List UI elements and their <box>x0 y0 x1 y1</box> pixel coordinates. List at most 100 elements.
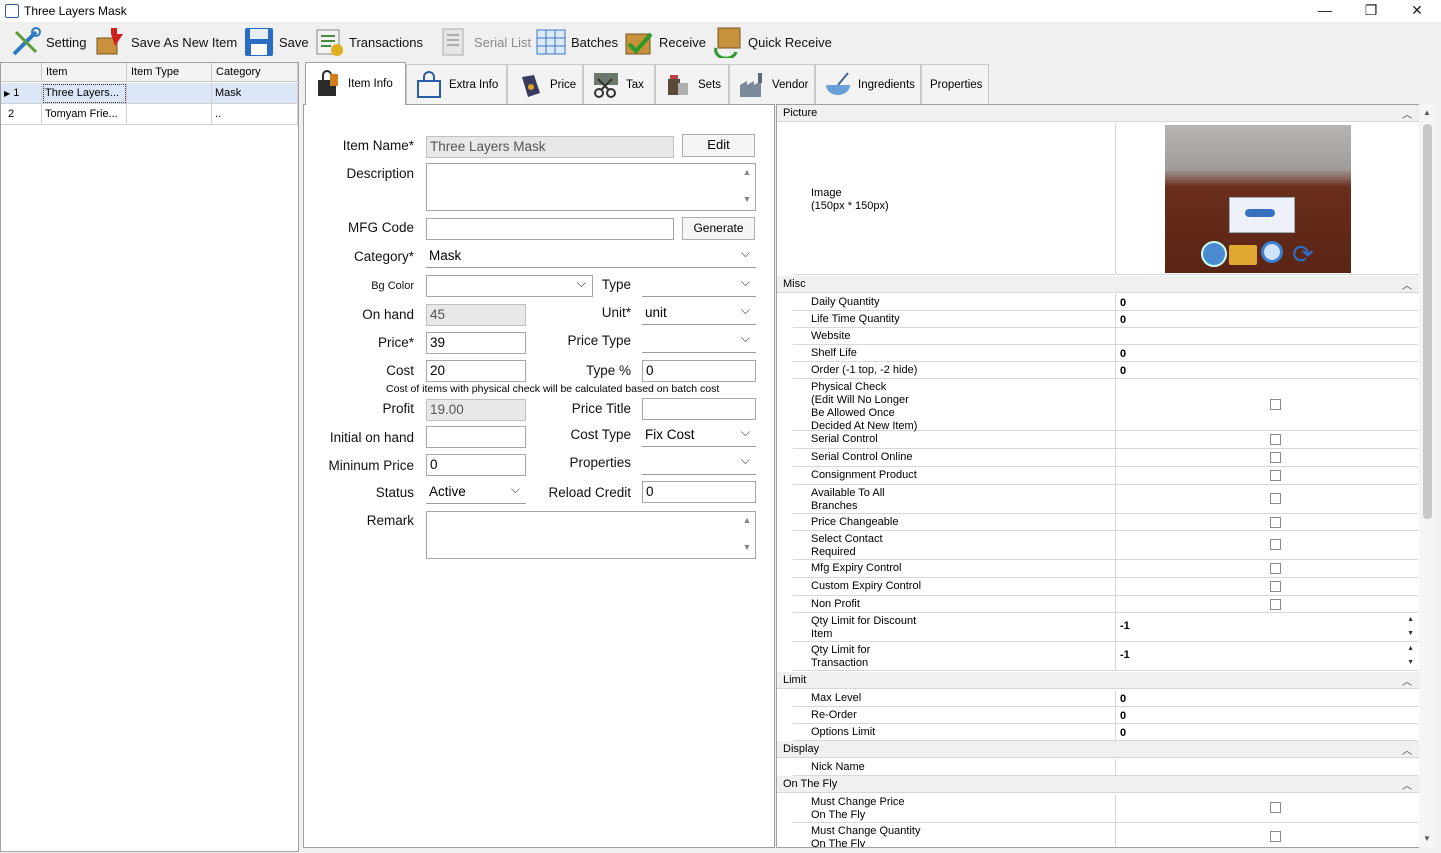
grid-header-item[interactable]: Item <box>42 63 127 82</box>
property-price-changeable[interactable]: Price Changeable <box>793 514 1418 531</box>
grid-header-category[interactable]: Category <box>212 63 298 82</box>
table-cell-item[interactable]: Three Layers... <box>42 83 127 104</box>
tab-ingredients[interactable]: Ingredients <box>815 64 921 104</box>
table-cell-category[interactable]: .. <box>212 104 298 125</box>
property-daily-quantity[interactable]: Daily Quantity 0 <box>793 294 1418 311</box>
table-row-number[interactable]: 2 <box>1 104 42 125</box>
mfg-expiry-checkbox[interactable] <box>1270 563 1281 574</box>
spin-up-icon[interactable]: ▲ <box>1407 645 1414 653</box>
spin-up-icon[interactable]: ▲ <box>1407 616 1414 624</box>
tab-properties[interactable]: Properties <box>921 64 989 104</box>
table-cell-item-type[interactable] <box>127 83 212 104</box>
refresh-icon[interactable]: ⟳ <box>1289 241 1317 267</box>
spin-down-icon[interactable]: ▼ <box>1407 630 1414 638</box>
category-select[interactable]: Mask <box>426 246 756 268</box>
bg-color-select[interactable] <box>426 275 593 297</box>
category-picture[interactable]: Picture ︿ <box>777 105 1420 122</box>
price-type-select[interactable] <box>642 331 756 353</box>
profit-field[interactable]: 19.00 <box>426 399 526 421</box>
minimize-icon[interactable]: — <box>1302 0 1348 22</box>
table-cell-item[interactable]: Tomyam Frie... <box>42 104 127 125</box>
quick-receive-button[interactable]: Quick Receive <box>712 24 832 60</box>
tab-extra-info[interactable]: Extra Info <box>406 64 507 104</box>
description-scrollbar[interactable]: ▲ ▼ <box>739 164 755 210</box>
property-qty-limit-transaction[interactable]: Qty Limit for Transaction -1 ▲ ▼ <box>793 642 1418 671</box>
property-nick-name[interactable]: Nick Name <box>793 759 1418 776</box>
property-must-change-quantity[interactable]: Must Change Quantity On The Fly <box>793 823 1418 847</box>
minimum-price-field[interactable]: 0 <box>426 454 526 476</box>
property-max-level[interactable]: Max Level 0 <box>793 690 1418 707</box>
cost-type-select[interactable]: Fix Cost <box>642 425 756 447</box>
table-cell-category[interactable]: Mask <box>212 83 298 104</box>
batches-button[interactable]: Batches <box>535 24 618 60</box>
on-hand-field[interactable]: 45 <box>426 304 526 326</box>
serial-list-button[interactable]: Serial List <box>438 24 531 60</box>
cost-field[interactable]: 20 <box>426 360 526 382</box>
scroll-down-icon[interactable]: ▼ <box>1423 834 1431 843</box>
tab-item-info[interactable]: Item Info <box>305 62 406 105</box>
category-misc[interactable]: Misc ︿ <box>777 276 1420 293</box>
generate-button[interactable]: Generate <box>682 217 755 240</box>
camera-icon[interactable] <box>1201 241 1227 267</box>
property-select-contact-required[interactable]: Select Contact Required <box>793 531 1418 560</box>
close-icon[interactable]: ✕ <box>1394 0 1440 22</box>
category-on-the-fly[interactable]: On The Fly ︿ <box>777 776 1420 793</box>
zoom-icon[interactable] <box>1261 241 1283 263</box>
property-mfg-expiry-control[interactable]: Mfg Expiry Control <box>793 560 1418 578</box>
property-qty-limit-discount[interactable]: Qty Limit for Discount Item -1 ▲ ▼ <box>793 613 1418 642</box>
restore-icon[interactable]: ❐ <box>1348 0 1394 22</box>
setting-button[interactable]: Setting <box>10 24 86 60</box>
property-must-change-price[interactable]: Must Change Price On The Fly <box>793 794 1418 823</box>
mfg-code-field[interactable] <box>426 218 674 240</box>
select-contact-checkbox[interactable] <box>1270 539 1281 550</box>
property-consignment-product[interactable]: Consignment Product <box>793 467 1418 485</box>
remark-textarea[interactable]: ▲ ▼ <box>426 511 756 559</box>
type-select[interactable] <box>642 275 756 297</box>
property-serial-control-online[interactable]: Serial Control Online <box>793 449 1418 467</box>
property-physical-check[interactable]: Physical Check (Edit Will No Longer Be All… <box>793 379 1418 432</box>
transactions-button[interactable]: Transactions <box>313 24 423 60</box>
available-to-all-checkbox[interactable] <box>1270 493 1281 504</box>
collapse-icon[interactable]: ︿ <box>1402 277 1412 292</box>
physical-check-checkbox[interactable] <box>1270 399 1281 410</box>
consignment-checkbox[interactable] <box>1270 470 1281 481</box>
remark-scrollbar[interactable]: ▲ ▼ <box>739 512 755 558</box>
serial-control-online-checkbox[interactable] <box>1270 452 1281 463</box>
must-change-price-checkbox[interactable] <box>1270 802 1281 813</box>
scroll-up-icon[interactable]: ▲ <box>1423 108 1431 117</box>
status-select[interactable]: Active <box>426 482 526 504</box>
reload-credit-field[interactable]: 0 <box>642 481 756 503</box>
save-as-new-item-button[interactable]: Save As New Item <box>95 24 237 60</box>
property-available-to-all-branches[interactable]: Available To All Branches <box>793 485 1418 514</box>
collapse-icon[interactable]: ︿ <box>1402 742 1412 757</box>
property-order[interactable]: Order (-1 top, -2 hide) 0 <box>793 362 1418 379</box>
property-custom-expiry-control[interactable]: Custom Expiry Control <box>793 578 1418 596</box>
property-options-limit[interactable]: Options Limit 0 <box>793 724 1418 741</box>
category-display[interactable]: Display ︿ <box>777 741 1420 758</box>
receive-button[interactable]: Receive <box>623 24 706 60</box>
price-field[interactable]: 39 <box>426 332 526 354</box>
tab-sets[interactable]: Sets <box>655 64 729 104</box>
initial-on-hand-field[interactable] <box>426 426 526 448</box>
price-changeable-checkbox[interactable] <box>1270 517 1281 528</box>
serial-control-checkbox[interactable] <box>1270 434 1281 445</box>
property-re-order[interactable]: Re-Order 0 <box>793 707 1418 724</box>
save-button[interactable]: Save <box>243 24 309 60</box>
table-cell-item-type[interactable] <box>127 104 212 125</box>
property-serial-control[interactable]: Serial Control <box>793 431 1418 449</box>
item-image[interactable]: ⟳ <box>1165 125 1351 273</box>
table-row-number[interactable]: ▶ 1 <box>1 83 42 104</box>
tab-price[interactable]: Price <box>507 64 583 104</box>
property-life-time-quantity[interactable]: Life Time Quantity 0 <box>793 311 1418 328</box>
property-website[interactable]: Website <box>793 328 1418 345</box>
property-grid-scrollbar[interactable]: ▲ ▼ <box>1419 104 1436 848</box>
scrollbar-thumb[interactable] <box>1423 124 1432 519</box>
tab-vendor[interactable]: Vendor <box>729 64 815 104</box>
category-limit[interactable]: Limit ︿ <box>777 672 1420 689</box>
tab-tax[interactable]: Tax <box>583 64 655 104</box>
grid-header-item-type[interactable]: Item Type <box>127 63 212 82</box>
unit-select[interactable]: unit <box>642 303 756 325</box>
non-profit-checkbox[interactable] <box>1270 599 1281 610</box>
collapse-icon[interactable]: ︿ <box>1402 106 1412 121</box>
folder-icon[interactable] <box>1229 245 1257 265</box>
